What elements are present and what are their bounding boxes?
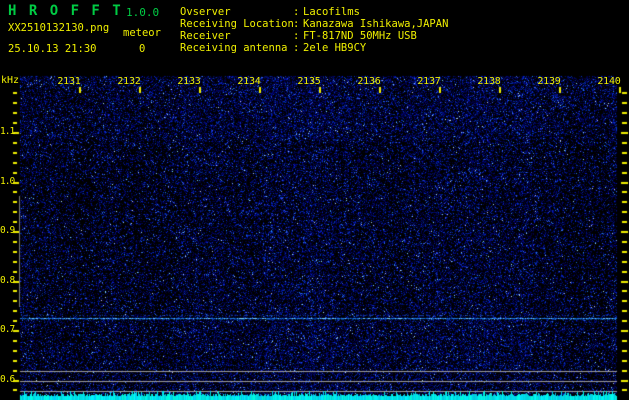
- station-info-separator: :: [293, 18, 300, 30]
- station-info-value: Lacofilms: [303, 6, 360, 18]
- station-info-value: FT-817ND 50MHz USB: [303, 30, 417, 42]
- x-axis-tick-label: 2135: [297, 76, 321, 87]
- y-axis-tick-label: 0.7: [0, 324, 15, 335]
- station-info-value: 2ele HB9CY: [303, 42, 367, 54]
- observation-datetime: 25.10.13 21:30: [8, 43, 97, 55]
- spectrogram-canvas: [0, 0, 629, 400]
- x-axis-tick-label: 2134: [237, 76, 261, 87]
- x-axis-tick-label: 2140: [597, 76, 621, 87]
- meteor-counter-label: meteor: [123, 27, 161, 39]
- x-axis-tick-label: 2139: [537, 76, 561, 87]
- station-info-value: Kanazawa Ishikawa,JAPAN: [303, 18, 449, 30]
- y-axis-tick-label: 0.8: [0, 274, 15, 286]
- station-info-label: Receiving antenna: [180, 42, 288, 54]
- station-info-separator: :: [293, 6, 300, 18]
- y-axis-tick-label: 0.9: [0, 225, 15, 236]
- x-axis-tick-label: 2136: [357, 76, 381, 87]
- station-info-separator: :: [293, 42, 300, 54]
- x-axis-tick-label: 2133: [177, 76, 201, 87]
- y-axis-tick-label: 1.0: [0, 175, 15, 187]
- station-info-label: Receiving Location: [180, 18, 294, 30]
- y-axis-unit-label: kHz: [1, 75, 20, 86]
- station-info-table: Ovserver: Lacofilms Receiving Location: Kan…: [180, 6, 620, 56]
- station-info-row: Receiving antenna:2ele HB9CY: [180, 42, 620, 54]
- x-axis-tick-label: 2138: [477, 76, 501, 87]
- y-axis-tick-label: 0.6: [0, 373, 15, 385]
- station-info-label: Receiver: [180, 30, 231, 42]
- station-info-label: Ovserver: [180, 6, 231, 18]
- station-info-row: Receiving Location: Kanazawa Ishikawa,JAP…: [180, 18, 620, 30]
- app-version: 1.0.0: [126, 6, 160, 19]
- x-axis-tick-label: 2137: [417, 76, 441, 87]
- hrofft-window: H R O F F T 1.0.0 XX2510132130.png meteo…: [0, 0, 629, 400]
- station-info-row: Ovserver: Lacofilms: [180, 6, 620, 18]
- app-title: H R O F F T: [8, 3, 123, 19]
- y-axis-tick-label: 1.1: [0, 126, 15, 137]
- station-info-row: Receiver: FT-817ND 50MHz USB: [180, 30, 620, 42]
- output-filename: XX2510132130.png: [8, 22, 110, 34]
- x-axis-tick-label: 2131: [57, 76, 81, 87]
- station-info-separator: :: [293, 30, 300, 42]
- meteor-counter-value: 0: [139, 43, 146, 55]
- x-axis-tick-label: 2132: [117, 76, 141, 87]
